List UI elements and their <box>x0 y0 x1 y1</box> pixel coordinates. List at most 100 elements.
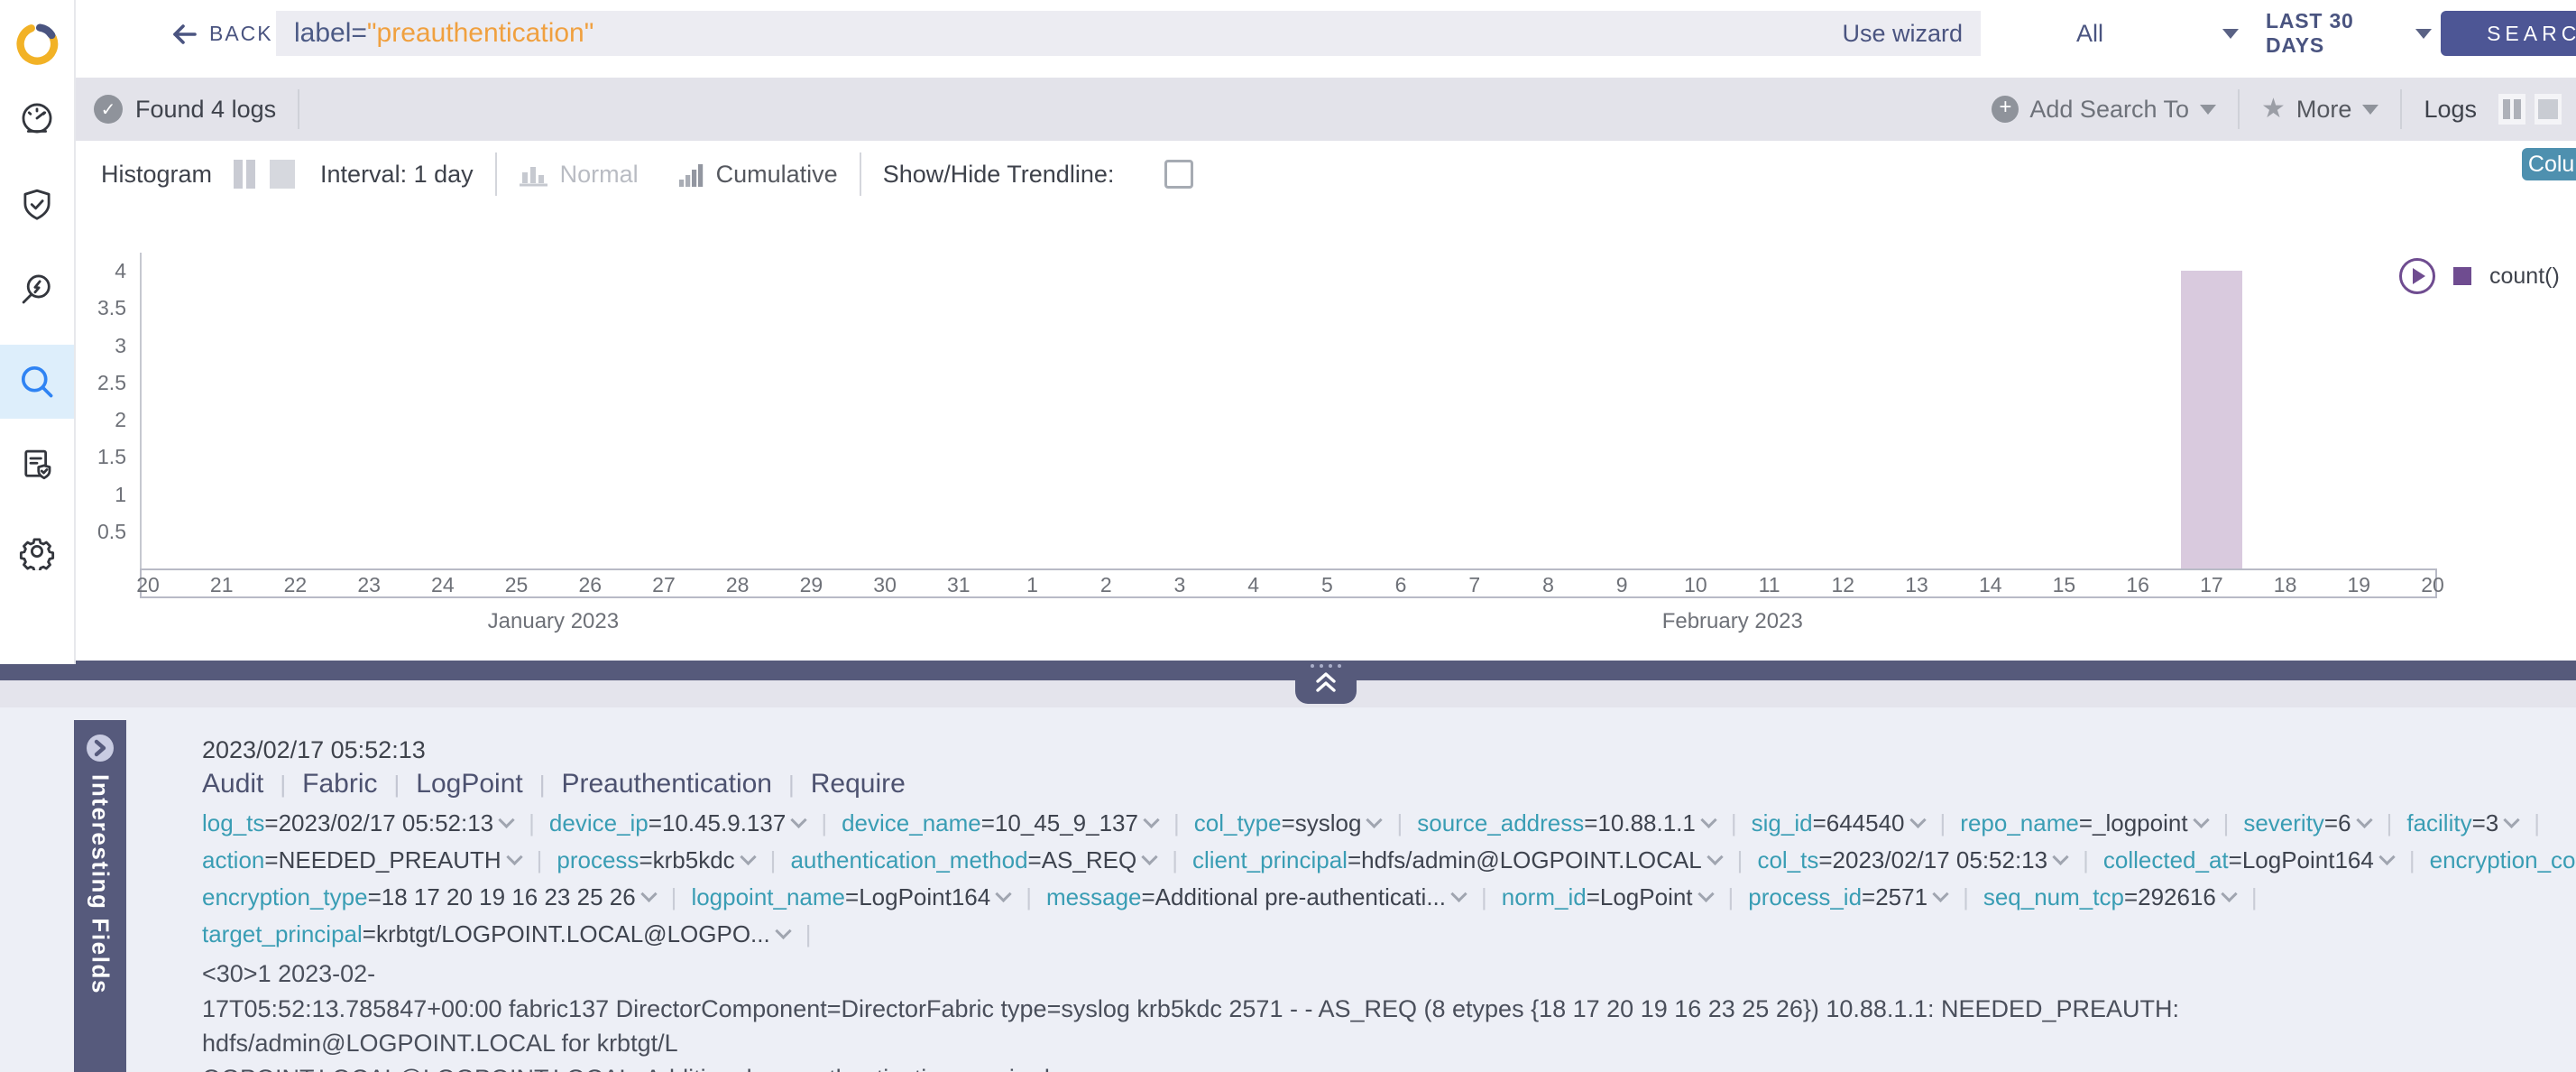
chevron-down-icon[interactable] <box>740 849 756 865</box>
log-label-require[interactable]: Require <box>811 769 906 799</box>
chevron-down-icon[interactable] <box>640 886 657 902</box>
chevron-down-icon[interactable] <box>1143 812 1159 828</box>
field-tag-logpoint_name[interactable]: logpoint_name=LogPoint164 <box>691 883 1009 910</box>
search-button[interactable]: SEARCH <box>2441 11 2576 56</box>
chevron-down-icon[interactable] <box>2356 812 2372 828</box>
found-logs-status: Found 4 logs <box>135 96 276 124</box>
chevron-down-icon[interactable] <box>791 812 807 828</box>
chevron-down-icon[interactable] <box>1142 849 1158 865</box>
field-tag-action[interactable]: action=NEEDED_PREAUTH <box>202 846 520 873</box>
expand-fields-icon[interactable] <box>87 735 114 762</box>
chevron-down-icon[interactable] <box>1366 812 1383 828</box>
trendline-checkbox[interactable] <box>1164 160 1193 189</box>
interesting-fields-rail[interactable]: Interesting Fields <box>74 720 126 1072</box>
field-tag-encryption_count[interactable]: encryption_count=8 <box>2430 846 2576 873</box>
field-tag-encryption_type[interactable]: encryption_type=18 17 20 19 16 23 25 26 <box>202 883 655 910</box>
field-tag-col_ts[interactable]: col_ts=2023/02/17 05:52:13 <box>1757 846 2066 873</box>
sidebar-item-threat-hunting[interactable] <box>0 253 74 327</box>
more-button[interactable]: ★ More <box>2261 96 2378 124</box>
field-tag-log_ts[interactable]: log_ts=2023/02/17 05:52:13 <box>202 809 512 836</box>
tag-separator: | <box>1481 883 1487 910</box>
log-label-logpoint[interactable]: LogPoint <box>416 769 522 799</box>
use-wizard-button[interactable]: Use wizard <box>1842 20 1963 48</box>
chevron-down-icon[interactable] <box>506 849 522 865</box>
chevron-down-icon[interactable] <box>2052 849 2068 865</box>
histogram-bar[interactable] <box>2181 271 2242 568</box>
time-range-dropdown[interactable]: LAST 30 DAYS <box>2266 11 2432 56</box>
chart-type-dropdown[interactable]: Column <box>2522 148 2576 180</box>
field-tag-device_name[interactable]: device_name=10_45_9_137 <box>842 809 1157 836</box>
field-tag-message[interactable]: message=Additional pre-authenticati... <box>1046 883 1465 910</box>
field-tag-source_address[interactable]: source_address=10.88.1.1 <box>1417 809 1715 836</box>
x-axis-day-label: 22 <box>259 573 331 597</box>
x-axis-day-label: 5 <box>1291 573 1363 597</box>
search-query-input[interactable]: label="preauthentication" Use wizard <box>276 11 1981 56</box>
logpoint-logo[interactable] <box>0 7 74 81</box>
chevron-down-icon[interactable] <box>996 886 1012 902</box>
log-labels-row: Audit|Fabric|LogPoint|Preauthentication|… <box>202 769 906 799</box>
label-separator: | <box>280 771 286 799</box>
logs-full-view-toggle[interactable] <box>2535 94 2562 125</box>
logs-split-view-toggle[interactable] <box>2498 94 2525 125</box>
drag-handle-dots[interactable] <box>1302 664 1349 668</box>
field-tag-col_type[interactable]: col_type=syslog <box>1194 809 1381 836</box>
chevron-down-icon[interactable] <box>498 812 514 828</box>
histogram-full-toggle[interactable] <box>270 160 295 189</box>
chevron-down-icon[interactable] <box>2221 886 2237 902</box>
normal-chart-icon <box>519 162 549 187</box>
field-tag-norm_id[interactable]: norm_id=LogPoint <box>1502 883 1712 910</box>
log-label-audit[interactable]: Audit <box>202 769 263 799</box>
field-tag-process[interactable]: process=krb5kdc <box>557 846 753 873</box>
field-tag-facility[interactable]: facility=3 <box>2406 809 2517 836</box>
histogram-split-toggle[interactable] <box>234 160 259 189</box>
chevron-down-icon[interactable] <box>1932 886 1948 902</box>
raw-log-line: 17T05:52:13.785847+00:00 fabric137 Direc… <box>202 992 2489 1061</box>
x-axis-day-label: 7 <box>1439 573 1511 597</box>
field-tag-target_principal[interactable]: target_principal=krbtgt/LOGPOINT.LOCAL@L… <box>202 920 789 947</box>
field-tag-sig_id[interactable]: sig_id=644540 <box>1752 809 1924 836</box>
play-circle-icon[interactable] <box>2399 258 2435 294</box>
star-icon: ★ <box>2261 97 2286 122</box>
repo-dropdown[interactable]: All <box>2076 11 2239 56</box>
sidebar-item-reports[interactable] <box>0 428 74 502</box>
normal-mode-button[interactable]: Normal <box>560 161 639 189</box>
sidebar-item-search-active[interactable] <box>0 345 74 419</box>
field-tag-device_ip[interactable]: device_ip=10.45.9.137 <box>549 809 805 836</box>
field-tag-collected_at[interactable]: collected_at=LogPoint164 <box>2103 846 2393 873</box>
field-tag-process_id[interactable]: process_id=2571 <box>1748 883 1946 910</box>
x-axis-day-label: 27 <box>628 573 700 597</box>
chevron-down-icon[interactable] <box>2193 812 2209 828</box>
back-button[interactable]: BACK <box>171 22 273 46</box>
chevron-down-icon[interactable] <box>1707 849 1723 865</box>
log-label-fabric[interactable]: Fabric <box>302 769 377 799</box>
x-axis-day-label: 17 <box>2176 573 2248 597</box>
add-search-to-button[interactable]: + Add Search To <box>1992 96 2216 124</box>
chevron-down-icon[interactable] <box>1909 812 1926 828</box>
field-tag-severity[interactable]: severity=6 <box>2243 809 2369 836</box>
field-tag-authentication_method[interactable]: authentication_method=AS_REQ <box>790 846 1155 873</box>
tag-separator: | <box>1728 883 1734 910</box>
label-separator: | <box>539 771 546 799</box>
time-range-value: LAST 30 DAYS <box>2266 9 2399 58</box>
chevron-down-icon[interactable] <box>1697 886 1714 902</box>
sidebar-item-compliance[interactable] <box>0 168 74 242</box>
field-tag-repo_name[interactable]: repo_name=_logpoint <box>1960 809 2206 836</box>
chevron-down-icon[interactable] <box>1450 886 1467 902</box>
field-tag-seq_num_tcp[interactable]: seq_num_tcp=292616 <box>1983 883 2235 910</box>
report-shield-icon <box>18 446 56 484</box>
chevron-down-icon[interactable] <box>775 923 791 939</box>
log-label-preauthentication[interactable]: Preauthentication <box>561 769 772 799</box>
sidebar-item-settings[interactable] <box>0 514 74 588</box>
chevron-down-icon[interactable] <box>2378 849 2395 865</box>
chevron-down-icon[interactable] <box>1700 812 1716 828</box>
tag-separator: | <box>1172 846 1178 873</box>
logs-label: Logs <box>2424 96 2477 124</box>
cumulative-mode-button[interactable]: Cumulative <box>716 161 838 189</box>
tag-separator: | <box>671 883 677 910</box>
x-axis-day-label: 13 <box>1881 573 1953 597</box>
tag-separator: | <box>529 809 535 836</box>
field-tag-client_principal[interactable]: client_principal=hdfs/admin@LOGPOINT.LOC… <box>1192 846 1721 873</box>
label-separator: | <box>394 771 400 799</box>
chevron-down-icon[interactable] <box>2504 812 2520 828</box>
sidebar-item-dashboard[interactable] <box>0 81 74 155</box>
